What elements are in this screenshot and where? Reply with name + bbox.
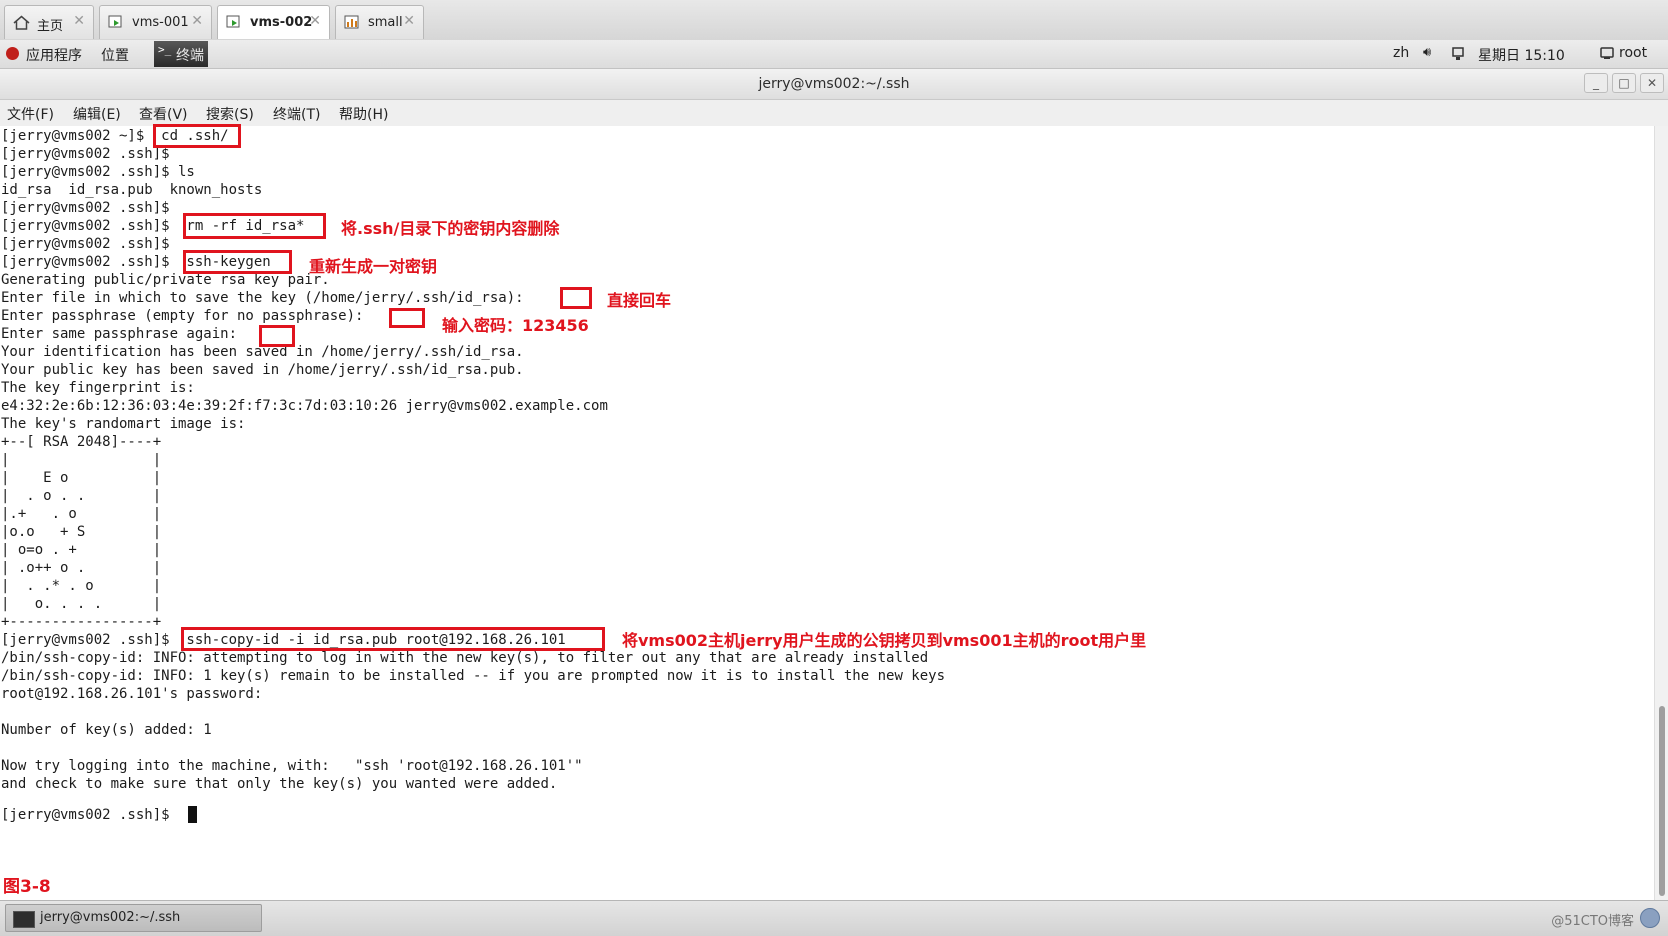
- terminal-line: root@192.168.26.101's password:: [1, 686, 263, 702]
- window-title: jerry@vms002:~/.ssh: [758, 76, 910, 92]
- tab-bar: 主页 ✕ vms-001 ✕ vms-002 ✕ small ✕: [0, 0, 1668, 41]
- tab-label: vms-002: [250, 15, 313, 30]
- terminal-line: | . .* . o |: [1, 578, 162, 594]
- applications-menu[interactable]: 应用程序: [26, 45, 82, 65]
- terminal-line: Now try logging into the machine, with: …: [1, 758, 583, 774]
- highlight-enter-file: [560, 287, 592, 309]
- tab-home[interactable]: 主页 ✕: [4, 5, 94, 39]
- watermark: @51CTO博客: [1551, 914, 1634, 929]
- volume-icon[interactable]: 🔊︎: [1423, 45, 1431, 60]
- taskbar-item-terminal[interactable]: jerry@vms002:~/.ssh: [5, 904, 262, 932]
- terminal-icon: [13, 911, 35, 928]
- tab-label: 主页: [37, 19, 64, 34]
- vm-icon: [226, 15, 240, 28]
- close-icon[interactable]: ✕: [191, 13, 203, 29]
- highlight-keygen-command: [183, 250, 292, 274]
- terminal-prompt-line: [jerry@vms002 .ssh]$: [1, 807, 170, 823]
- places-menu[interactable]: 位置: [101, 45, 129, 65]
- menu-file[interactable]: 文件(F): [7, 104, 54, 124]
- close-icon[interactable]: ✕: [309, 13, 321, 29]
- terminal-line: e4:32:2e:6b:12:36:03:4e:39:2f:f7:3c:7d:0…: [1, 398, 608, 414]
- close-icon[interactable]: ✕: [403, 13, 415, 29]
- window-titlebar[interactable]: jerry@vms002:~/.ssh _ □ ✕: [0, 69, 1668, 100]
- scrollbar-thumb[interactable]: [1659, 706, 1665, 896]
- user-menu[interactable]: root: [1619, 45, 1647, 61]
- annotation-rm: 将.ssh/目录下的密钥内容删除: [341, 219, 560, 238]
- maximize-button[interactable]: □: [1612, 73, 1636, 93]
- terminal-line: /bin/ssh-copy-id: INFO: 1 key(s) remain …: [1, 668, 946, 684]
- terminal-line: |o.o + S |: [1, 524, 162, 540]
- language-indicator[interactable]: zh: [1393, 45, 1409, 61]
- terminal-icon: >_: [158, 43, 172, 56]
- terminal-line: | |: [1, 452, 162, 468]
- annotation-keygen: 重新生成一对密钥: [309, 257, 438, 276]
- applications-icon: [6, 47, 19, 60]
- vm-icon: [108, 15, 122, 28]
- highlight-cd-command: [153, 124, 241, 148]
- terminal-line: [jerry@vms002 .ssh]$ ls: [1, 164, 195, 180]
- terminal-launcher[interactable]: >_ 终端: [154, 41, 208, 67]
- terminal-line: | .o++ o . |: [1, 560, 162, 576]
- annotation-password: 输入密码：123456: [442, 316, 589, 335]
- terminal-line: | . o . . |: [1, 488, 162, 504]
- user-icon: [1600, 47, 1614, 59]
- terminal-line: | E o |: [1, 470, 162, 486]
- menu-bar: 文件(F) 编辑(E) 查看(V) 搜索(S) 终端(T) 帮助(H): [0, 100, 1668, 127]
- menu-edit[interactable]: 编辑(E): [73, 104, 121, 124]
- clock[interactable]: 星期日 15:10: [1478, 45, 1565, 65]
- terminal-line: The key fingerprint is:: [1, 380, 195, 396]
- close-button[interactable]: ✕: [1640, 73, 1664, 93]
- close-icon[interactable]: ✕: [73, 13, 85, 29]
- terminal-cursor: [188, 806, 197, 823]
- menu-view[interactable]: 查看(V): [139, 104, 188, 124]
- terminal-line: +--[ RSA 2048]----+: [1, 434, 162, 450]
- terminal-line: Your public key has been saved in /home/…: [1, 362, 524, 378]
- taskbar-item-label: jerry@vms002:~/.ssh: [40, 910, 181, 925]
- terminal-line: id_rsa id_rsa.pub known_hosts: [1, 182, 263, 198]
- top-panel: 应用程序 位置 >_ 终端 zh 🔊︎ 星期日 15:10 root: [0, 40, 1668, 69]
- terminal-line: /bin/ssh-copy-id: INFO: attempting to lo…: [1, 650, 929, 666]
- terminal-line: Enter passphrase (empty for no passphras…: [1, 308, 364, 324]
- minimize-button[interactable]: _: [1584, 73, 1608, 93]
- menu-search[interactable]: 搜索(S): [206, 104, 254, 124]
- menu-help[interactable]: 帮助(H): [339, 104, 388, 124]
- figure-label: 图3-8: [3, 877, 51, 897]
- workspace-icon[interactable]: [1640, 908, 1660, 928]
- terminal-line: Number of key(s) added: 1: [1, 722, 212, 738]
- tab-vms-002[interactable]: vms-002 ✕: [217, 5, 330, 39]
- tab-label: vms-001: [132, 15, 189, 30]
- terminal-output[interactable]: [jerry@vms002 ~]$ cd .ssh/ [jerry@vms002…: [0, 124, 1654, 900]
- menu-terminal[interactable]: 终端(T): [273, 104, 320, 124]
- taskbar: jerry@vms002:~/.ssh @51CTO博客: [0, 900, 1668, 936]
- terminal-line: Enter same passphrase again:: [1, 326, 238, 342]
- highlight-passphrase: [389, 308, 425, 328]
- tab-label: small: [368, 15, 403, 30]
- network-icon[interactable]: [1451, 47, 1465, 61]
- tab-small[interactable]: small ✕: [335, 5, 424, 39]
- highlight-passphrase-again: [259, 325, 295, 347]
- annotation-copy: 将vms002主机jerry用户生成的公钥拷贝到vms001主机的root用户里: [622, 631, 1147, 650]
- terminal-line: The key's randomart image is:: [1, 416, 246, 432]
- highlight-copy-id-command: [181, 627, 605, 651]
- annotation-enter: 直接回车: [607, 291, 672, 310]
- terminal-line: +-----------------+: [1, 614, 162, 630]
- chart-icon: [344, 15, 359, 29]
- terminal-launcher-label: 终端: [176, 48, 204, 64]
- terminal-line: Enter file in which to save the key (/ho…: [1, 290, 524, 306]
- highlight-rm-command: [183, 213, 326, 239]
- scrollbar[interactable]: [1654, 126, 1668, 900]
- home-icon: [13, 15, 30, 30]
- terminal-line: and check to make sure that only the key…: [1, 776, 558, 792]
- terminal-line: [jerry@vms002 .ssh]$: [1, 200, 170, 216]
- terminal-line: |.+ . o |: [1, 506, 162, 522]
- terminal-line: | o. . . . |: [1, 596, 162, 612]
- tab-vms-001[interactable]: vms-001 ✕: [99, 5, 212, 39]
- terminal-line: [jerry@vms002 .ssh]$: [1, 236, 170, 252]
- terminal-line: [jerry@vms002 .ssh]$: [1, 146, 170, 162]
- terminal-line: | o=o . + |: [1, 542, 162, 558]
